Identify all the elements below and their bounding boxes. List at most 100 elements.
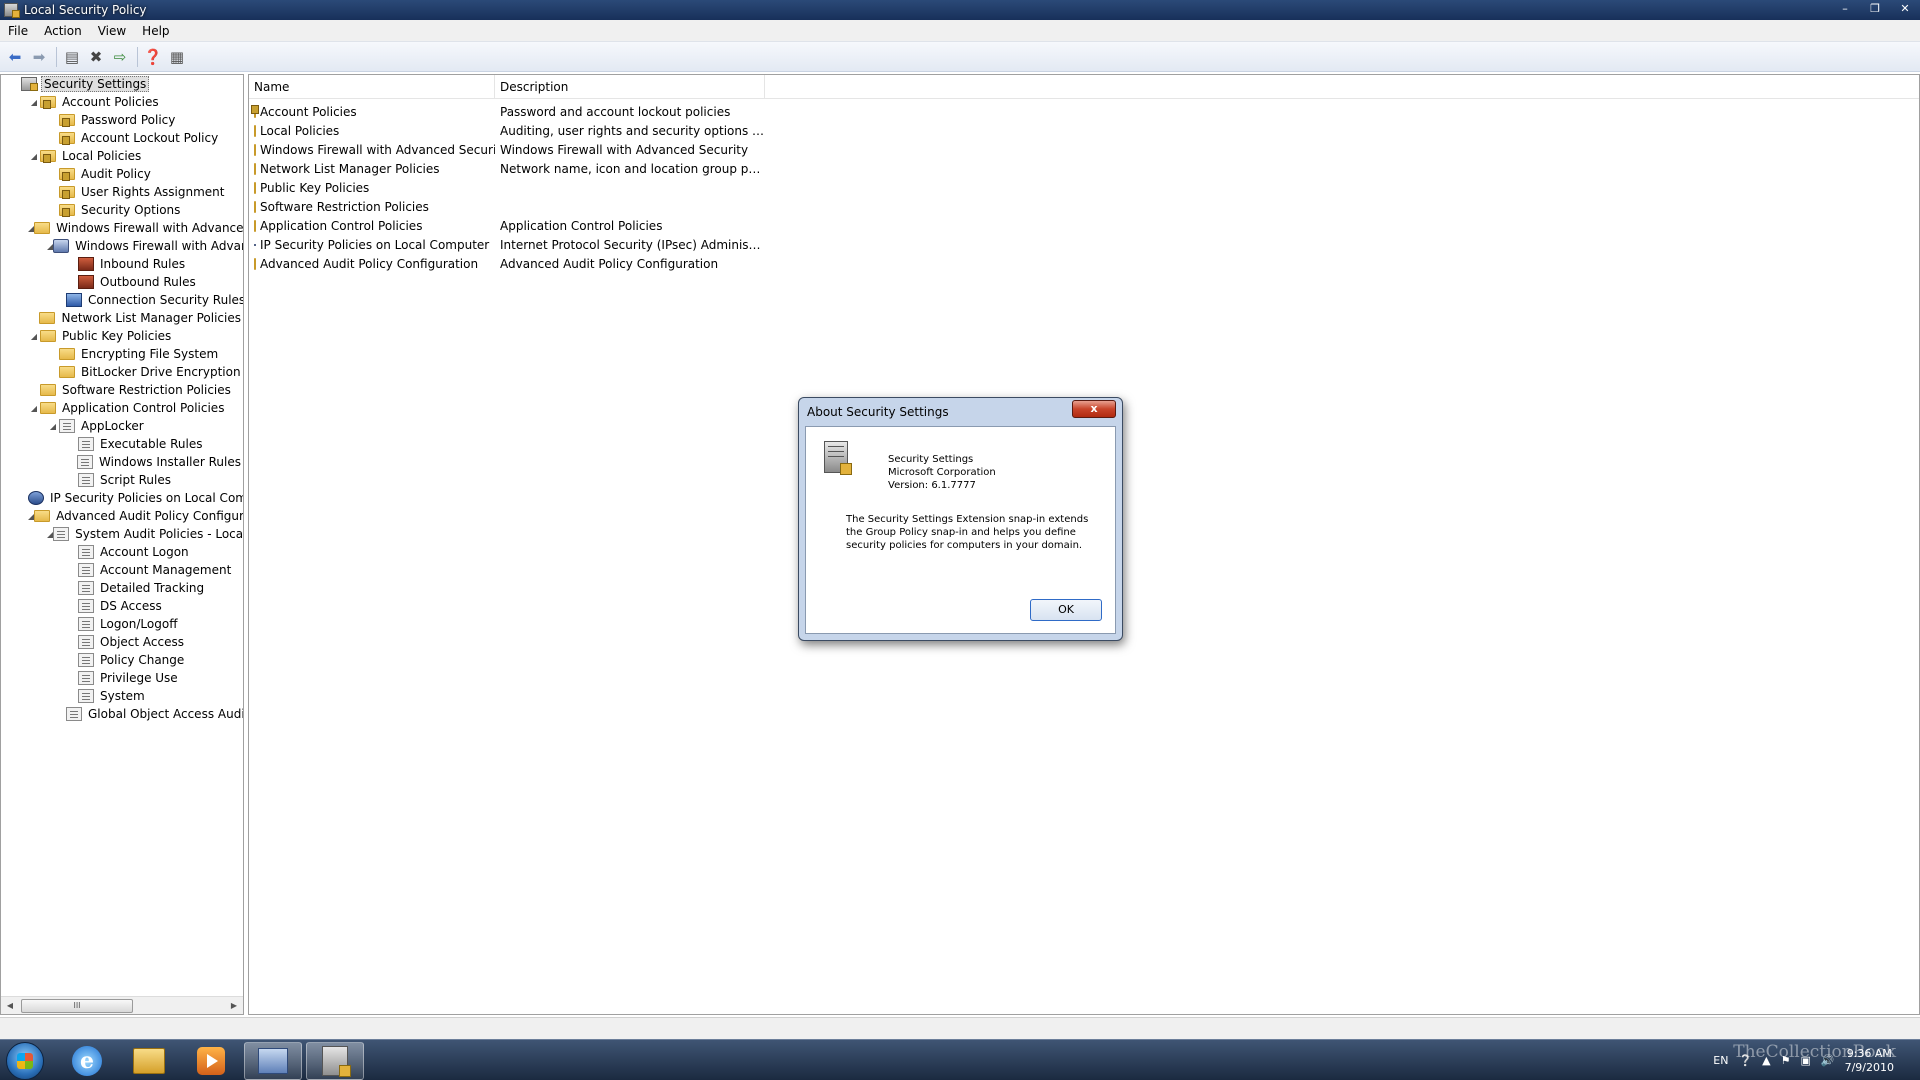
tree-item[interactable]: ◢System Audit Policies - Local Grou: [1, 525, 243, 543]
show-hide-tree-icon[interactable]: ▤: [61, 46, 83, 68]
tree-item-label: Windows Installer Rules: [98, 455, 241, 469]
delete-icon[interactable]: ✖: [85, 46, 107, 68]
list-item[interactable]: Public Key Policies: [249, 178, 1919, 197]
tree-item[interactable]: Audit Policy: [1, 165, 243, 183]
help-icon[interactable]: ❓: [142, 46, 164, 68]
tree-item[interactable]: ◢ AppLocker: [1, 417, 243, 435]
list-item[interactable]: Windows Firewall with Advanced Security W…: [249, 140, 1919, 159]
tree-item[interactable]: ◢ Local Policies: [1, 147, 243, 165]
tree-item[interactable]: ◢Windows Firewall with Advanced Secu: [1, 219, 243, 237]
menu-file[interactable]: File: [0, 24, 36, 38]
list-item-name-cell: Public Key Policies: [249, 181, 495, 195]
tree-item[interactable]: ◢Windows Firewall with Advanced: [1, 237, 243, 255]
tree-item[interactable]: DS Access: [1, 597, 243, 615]
tree-item[interactable]: IP Security Policies on Local Compute: [1, 489, 243, 507]
tree-item-label: Connection Security Rules: [88, 293, 243, 307]
tree-item[interactable]: Outbound Rules: [1, 273, 243, 291]
list-item[interactable]: Local Policies Auditing, user rights and …: [249, 121, 1919, 140]
tree-item[interactable]: ◢ Account Policies: [1, 93, 243, 111]
tree-item[interactable]: ◢Advanced Audit Policy Configuration: [1, 507, 243, 525]
list-item[interactable]: Network List Manager Policies Network nam…: [249, 159, 1919, 178]
tree-item[interactable]: Windows Installer Rules: [1, 453, 243, 471]
product-description: The Security Settings Extension snap-in …: [846, 514, 1089, 551]
list-item-name: Account Policies: [260, 104, 357, 119]
tree-item[interactable]: Inbound Rules: [1, 255, 243, 273]
expander-triangle-icon[interactable]: ◢: [28, 332, 40, 341]
list-item-name-cell: Network List Manager Policies: [249, 162, 495, 176]
list-item[interactable]: Application Control Policies Application …: [249, 216, 1919, 235]
tree-item[interactable]: Executable Rules: [1, 435, 243, 453]
folder-icon: [254, 181, 256, 194]
list-item-name-cell: Account Policies: [249, 105, 495, 119]
menu-view[interactable]: View: [90, 24, 134, 38]
taskbar-internet-explorer[interactable]: e: [58, 1042, 116, 1080]
tree-item[interactable]: Encrypting File System: [1, 345, 243, 363]
doc-icon: [78, 545, 94, 559]
tree-item[interactable]: Detailed Tracking: [1, 579, 243, 597]
scrollbar-thumb[interactable]: III: [21, 999, 133, 1013]
menu-action[interactable]: Action: [36, 24, 90, 38]
dialog-close-button[interactable]: x: [1072, 400, 1116, 418]
list-item-description: Advanced Audit Policy Configuration: [500, 256, 719, 271]
list-item[interactable]: Account Policies Password and account loc…: [249, 102, 1919, 121]
column-header-name[interactable]: Name: [249, 75, 495, 99]
fw-icon: [78, 257, 94, 271]
scroll-left-arrow-icon[interactable]: ◀: [3, 999, 17, 1013]
tree-horizontal-scrollbar[interactable]: ◀ III ▶: [1, 996, 243, 1014]
list-item[interactable]: Software Restriction Policies: [249, 197, 1919, 216]
list-item-name: Software Restriction Policies: [260, 199, 429, 214]
tree-item[interactable]: ◢ Public Key Policies: [1, 327, 243, 345]
tree-item-label: Local Policies: [62, 149, 142, 163]
taskbar-mmc[interactable]: [244, 1042, 302, 1080]
taskbar-local-security-policy[interactable]: [306, 1042, 364, 1080]
restore-button[interactable]: ❐: [1860, 0, 1890, 18]
ok-button[interactable]: OK: [1030, 599, 1102, 621]
tree-item[interactable]: ◢ Application Control Policies: [1, 399, 243, 417]
tree-item[interactable]: Password Policy: [1, 111, 243, 129]
tree-item[interactable]: System: [1, 687, 243, 705]
tree-item[interactable]: Object Access: [1, 633, 243, 651]
menu-help[interactable]: Help: [134, 24, 177, 38]
list-item-name-cell: Application Control Policies: [249, 219, 495, 233]
doc-icon: [78, 563, 94, 577]
conn-icon: [66, 293, 82, 307]
scroll-right-arrow-icon[interactable]: ▶: [227, 999, 241, 1013]
expander-triangle-icon[interactable]: ◢: [28, 404, 40, 413]
tree-item[interactable]: Global Object Access Auditing: [1, 705, 243, 723]
tree-item[interactable]: BitLocker Drive Encryption: [1, 363, 243, 381]
tree-item[interactable]: Network List Manager Policies: [1, 309, 243, 327]
folder-icon: [254, 257, 256, 270]
minimize-button[interactable]: –: [1830, 0, 1860, 18]
start-button[interactable]: [6, 1042, 44, 1080]
taskbar-media-player[interactable]: [182, 1042, 240, 1080]
taskbar-windows-explorer[interactable]: [120, 1042, 178, 1080]
tree-item[interactable]: Software Restriction Policies: [1, 381, 243, 399]
window-title: Local Security Policy: [24, 3, 147, 17]
tree-item[interactable]: Connection Security Rules: [1, 291, 243, 309]
tree-item[interactable]: Logon/Logoff: [1, 615, 243, 633]
folder-lock-icon: [59, 132, 75, 145]
properties-icon[interactable]: ▦: [166, 46, 188, 68]
title-bar[interactable]: Local Security Policy – ❐ ✕: [0, 0, 1920, 20]
list-item[interactable]: IP Security Policies on Local Computer In…: [249, 235, 1919, 254]
tree-item[interactable]: Security Options: [1, 201, 243, 219]
tree-item[interactable]: Account Lockout Policy: [1, 129, 243, 147]
tree-item[interactable]: Script Rules: [1, 471, 243, 489]
expander-triangle-icon[interactable]: ◢: [28, 152, 40, 161]
forward-arrow-icon[interactable]: ➡: [28, 46, 50, 68]
list-item[interactable]: Advanced Audit Policy Configuration Advan…: [249, 254, 1919, 273]
tree-item-label: Encrypting File System: [81, 347, 219, 361]
language-indicator[interactable]: EN: [1713, 1054, 1728, 1067]
tree-item[interactable]: Security Settings: [1, 75, 243, 93]
expander-triangle-icon[interactable]: ◢: [47, 422, 59, 431]
expander-triangle-icon[interactable]: ◢: [28, 98, 40, 107]
tree-item[interactable]: User Rights Assignment: [1, 183, 243, 201]
tree-item[interactable]: Account Logon: [1, 543, 243, 561]
close-window-button[interactable]: ✕: [1890, 0, 1920, 18]
tree-item[interactable]: Privilege Use: [1, 669, 243, 687]
tree-item[interactable]: Account Management: [1, 561, 243, 579]
export-list-icon[interactable]: ⇨: [109, 46, 131, 68]
back-arrow-icon[interactable]: ⬅: [4, 46, 26, 68]
tree-item[interactable]: Policy Change: [1, 651, 243, 669]
column-header-description[interactable]: Description: [495, 75, 765, 99]
